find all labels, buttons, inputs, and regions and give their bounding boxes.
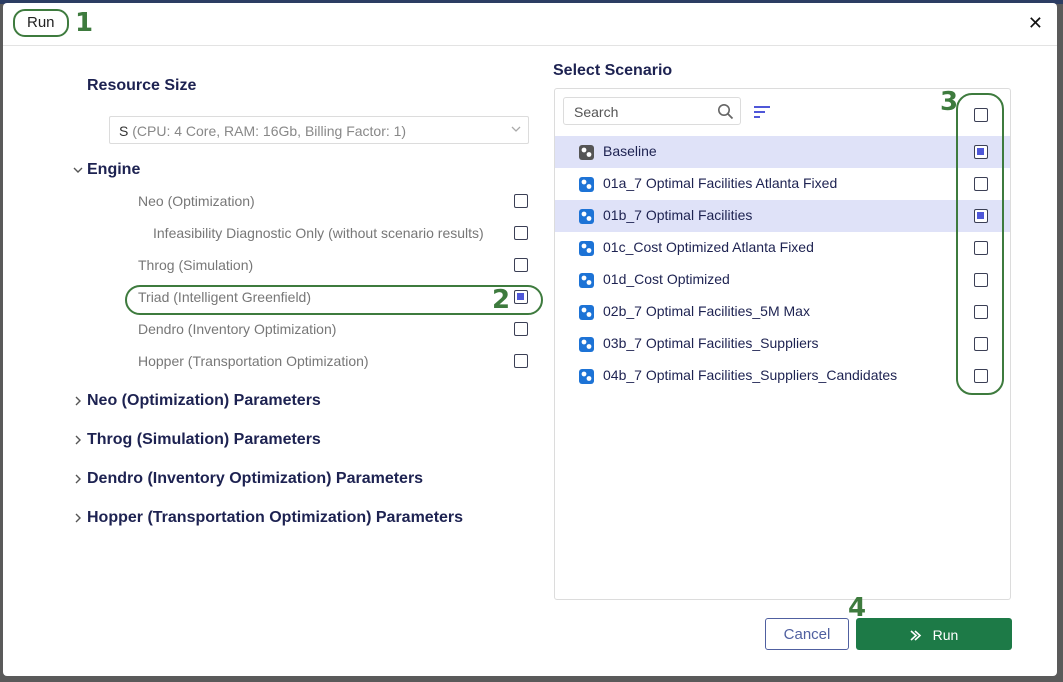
chevron-right-icon[interactable] [73, 434, 83, 448]
resource-size-detail: (CPU: 4 Core, RAM: 16Gb, Billing Factor:… [132, 123, 407, 139]
resource-size-select[interactable]: S (CPU: 4 Core, RAM: 16Gb, Billing Facto… [109, 116, 529, 144]
dialog-header: Run 1 ✕ [3, 3, 1057, 46]
scenario-label: Baseline [603, 143, 657, 159]
scenario-label: 01b_7 Optimal Facilities [603, 207, 753, 223]
engine-option-triad: Triad (Intelligent Greenfield) [138, 289, 312, 305]
engine-expand-icon[interactable] [73, 164, 83, 178]
engine-checkbox-infeasibility[interactable] [514, 226, 528, 240]
close-icon[interactable]: ✕ [1028, 13, 1043, 34]
engine-option-dendro: Dendro (Inventory Optimization) [138, 321, 337, 337]
scenario-icon [579, 273, 594, 288]
run-dialog: Run 1 ✕ Resource Size S (CPU: 4 Core, RA… [3, 3, 1057, 676]
run-button-label: Run [932, 627, 959, 643]
scenario-label: 04b_7 Optimal Facilities_Suppliers_Candi… [603, 367, 898, 383]
chevron-right-icon[interactable] [73, 512, 83, 526]
scenario-row[interactable]: 03b_7 Optimal Facilities_Suppliers [555, 328, 1010, 360]
engine-checkbox-dendro[interactable] [514, 322, 528, 336]
scenario-list-panel: Baseline 01a_7 Optimal Facilities Atlanta… [554, 88, 1011, 600]
scenario-row[interactable]: 01b_7 Optimal Facilities [555, 200, 1010, 232]
scenario-icon [579, 177, 594, 192]
engine-section-label[interactable]: Engine [87, 161, 140, 179]
chevron-right-icon[interactable] [73, 473, 83, 487]
scenario-row[interactable]: 02b_7 Optimal Facilities_5M Max [555, 296, 1010, 328]
scenario-icon [579, 305, 594, 320]
annotation-3: 3 [940, 87, 959, 117]
engine-checkbox-hopper[interactable] [514, 354, 528, 368]
scenario-row[interactable]: 01a_7 Optimal Facilities Atlanta Fixed [555, 168, 1010, 200]
engine-checkbox-neo[interactable] [514, 194, 528, 208]
engine-option-neo: Neo (Optimization) [138, 193, 255, 209]
scenario-label: 01c_Cost Optimized Atlanta Fixed [603, 239, 814, 255]
throg-parameters-section[interactable]: Throg (Simulation) Parameters [87, 431, 321, 449]
scenario-search-input[interactable] [572, 99, 716, 125]
select-scenario-label: Select Scenario [553, 62, 673, 79]
search-icon[interactable] [717, 103, 734, 125]
scenario-icon [579, 241, 594, 256]
scenario-row[interactable]: 01c_Cost Optimized Atlanta Fixed [555, 232, 1010, 264]
annotation-2: 2 [492, 285, 511, 315]
cancel-button[interactable]: Cancel [765, 618, 849, 650]
scenario-icon [579, 209, 594, 224]
neo-parameters-section[interactable]: Neo (Optimization) Parameters [87, 392, 321, 410]
resource-size-label: Resource Size [87, 77, 197, 94]
engine-checkbox-throg[interactable] [514, 258, 528, 272]
dialog-title: Run [13, 9, 69, 37]
hopper-parameters-section[interactable]: Hopper (Transportation Optimization) Par… [87, 509, 463, 527]
scenario-label: 02b_7 Optimal Facilities_5M Max [603, 303, 810, 319]
annotation-1: 1 [75, 8, 94, 38]
scenario-label: 01a_7 Optimal Facilities Atlanta Fixed [603, 175, 838, 191]
scenario-row[interactable]: Baseline [555, 136, 1010, 168]
engine-checkbox-triad[interactable] [514, 290, 528, 304]
baseline-scenario-icon [579, 145, 594, 160]
scenario-checkbox-highlight-ring [956, 93, 1004, 395]
scenario-row[interactable]: 01d_Cost Optimized [555, 264, 1010, 296]
scenario-icon [579, 337, 594, 352]
run-button[interactable]: Run [856, 618, 1012, 650]
scenario-label: 03b_7 Optimal Facilities_Suppliers [603, 335, 819, 351]
engine-option-throg: Throg (Simulation) [138, 257, 254, 273]
chevron-right-icon[interactable] [73, 395, 83, 409]
run-icon [910, 627, 933, 643]
engine-option-infeasibility: Infeasibility Diagnostic Only (without s… [153, 225, 484, 241]
resource-size-value: S [119, 123, 129, 139]
scenario-row[interactable]: 04b_7 Optimal Facilities_Suppliers_Candi… [555, 360, 1010, 392]
engine-option-hopper: Hopper (Transportation Optimization) [138, 353, 369, 369]
chevron-down-icon [511, 117, 521, 145]
sort-icon[interactable] [753, 105, 771, 124]
scenario-icon [579, 369, 594, 384]
dendro-parameters-section[interactable]: Dendro (Inventory Optimization) Paramete… [87, 470, 423, 488]
scenario-search-box [563, 97, 741, 125]
scenario-label: 01d_Cost Optimized [603, 271, 730, 287]
